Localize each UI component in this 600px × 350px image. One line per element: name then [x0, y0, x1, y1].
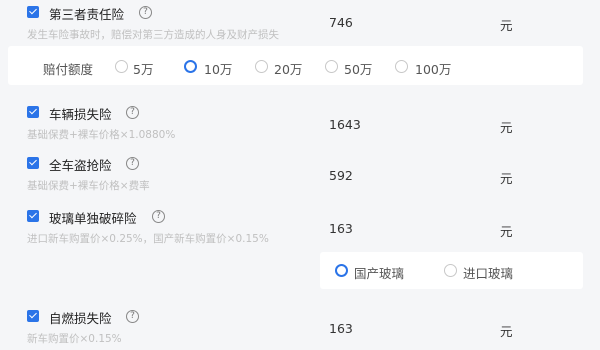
radio-5w[interactable]: [115, 60, 128, 73]
item-name: 自燃损失险: [49, 311, 112, 326]
option-imported-glass[interactable]: 进口玻璃: [463, 263, 513, 282]
item-description: 基础保费+裸车价格×1.0880%: [27, 129, 176, 141]
option-domestic-glass[interactable]: 国产玻璃: [354, 263, 404, 282]
item-price: 592: [329, 168, 353, 183]
item-price: 746: [329, 15, 353, 30]
help-icon[interactable]: ?: [126, 106, 139, 119]
coverage-label: 赔付额度: [43, 62, 94, 77]
checkbox-checked[interactable]: [27, 310, 39, 322]
insurance-item-glass: 玻璃单独破碎险 ? 进口新车购置价×0.25%，国产新车购置价×0.15% 16…: [0, 205, 600, 250]
help-icon[interactable]: ?: [152, 210, 165, 223]
radio-10w-selected[interactable]: [184, 60, 197, 73]
price-unit: 元: [500, 324, 513, 339]
item-description: 新车购置价×0.15%: [27, 333, 122, 345]
checkbox-checked[interactable]: [27, 210, 39, 222]
item-price: 163: [329, 221, 353, 236]
item-name: 车辆损失险: [49, 107, 112, 122]
item-description: 基础保费+裸车价格×费率: [27, 180, 150, 192]
option-20w[interactable]: 20万: [274, 59, 302, 78]
checkbox-checked[interactable]: [27, 157, 39, 169]
insurance-item-vehicle-damage: 车辆损失险 ? 基础保费+裸车价格×1.0880% 1643 元: [0, 100, 600, 145]
option-100w[interactable]: 100万: [415, 59, 451, 78]
checkbox-checked[interactable]: [27, 106, 39, 118]
item-description: 发生车险事故时，赔偿对第三方造成的人身及财产损失: [27, 29, 279, 41]
insurance-item-third-party: 第三者责任险 ? 发生车险事故时，赔偿对第三方造成的人身及财产损失 746 元: [0, 0, 600, 45]
radio-50w[interactable]: [325, 60, 338, 73]
help-icon[interactable]: ?: [139, 6, 152, 19]
item-name: 玻璃单独破碎险: [49, 211, 137, 226]
item-name: 全车盗抢险: [49, 158, 112, 173]
item-price: 163: [329, 321, 353, 336]
option-10w[interactable]: 10万: [204, 59, 232, 78]
help-icon[interactable]: ?: [126, 310, 139, 323]
insurance-item-spontaneous-combustion: 自燃损失险 ? 新车购置价×0.15% 163 元: [0, 306, 600, 350]
coverage-amount-panel: 赔付额度 5万 10万 20万 50万 100万: [8, 46, 583, 85]
price-unit: 元: [500, 18, 513, 33]
option-50w[interactable]: 50万: [344, 59, 372, 78]
price-unit: 元: [500, 224, 513, 239]
radio-20w[interactable]: [255, 60, 268, 73]
radio-domestic-glass-selected[interactable]: [335, 264, 348, 277]
item-price: 1643: [329, 117, 361, 132]
glass-type-panel: 国产玻璃 进口玻璃: [320, 252, 583, 289]
option-5w[interactable]: 5万: [133, 59, 153, 78]
radio-imported-glass[interactable]: [444, 264, 457, 277]
price-unit: 元: [500, 171, 513, 186]
checkbox-checked[interactable]: [27, 6, 39, 18]
insurance-item-theft: 全车盗抢险 ? 基础保费+裸车价格×费率 592 元: [0, 152, 600, 197]
price-unit: 元: [500, 120, 513, 135]
item-description: 进口新车购置价×0.25%，国产新车购置价×0.15%: [27, 233, 269, 245]
radio-100w[interactable]: [395, 60, 408, 73]
help-icon[interactable]: ?: [126, 157, 139, 170]
item-name: 第三者责任险: [49, 7, 125, 22]
